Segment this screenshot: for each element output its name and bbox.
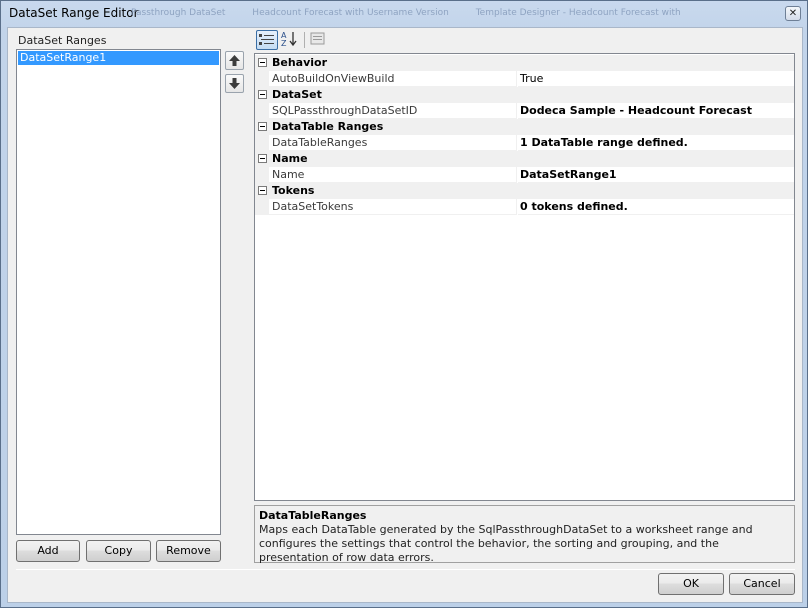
copy-button[interactable]: Copy (86, 540, 151, 562)
dataset-ranges-label: DataSet Ranges (18, 34, 107, 47)
footer-divider (16, 569, 795, 570)
dataset-ranges-list[interactable]: DataSetRange1 (16, 49, 221, 535)
categorized-icon (259, 34, 274, 45)
property-row[interactable]: SQLPassthroughDataSetID Dodeca Sample - … (255, 103, 794, 119)
description-title: DataTableRanges (259, 509, 367, 522)
collapse-icon[interactable] (258, 186, 267, 195)
alphabetical-button[interactable]: A Z (279, 30, 301, 50)
collapse-icon[interactable] (258, 90, 267, 99)
category-behavior[interactable]: Behavior (255, 55, 794, 71)
list-item[interactable]: DataSetRange1 (18, 51, 219, 65)
description-pane: DataTableRanges Maps each DataTable gene… (254, 505, 795, 564)
title-bar[interactable]: DataSet Range Editor Passthrough DataSet… (1, 1, 807, 27)
close-button[interactable]: ✕ (785, 6, 801, 21)
description-text: Maps each DataTable generated by the Sql… (259, 523, 753, 564)
property-row[interactable]: Name DataSetRange1 (255, 167, 794, 183)
category-datatable-ranges[interactable]: DataTable Ranges (255, 119, 794, 135)
category-dataset[interactable]: DataSet (255, 87, 794, 103)
property-pages-button[interactable] (308, 30, 330, 50)
property-value[interactable]: Dodeca Sample - Headcount Forecast (518, 103, 794, 119)
property-row[interactable]: DataSetTokens 0 tokens defined. (255, 199, 794, 215)
property-name: SQLPassthroughDataSetID (269, 103, 517, 119)
collapse-icon[interactable] (258, 122, 267, 131)
svg-text:Z: Z (281, 39, 287, 48)
property-value[interactable]: 1 DataTable range defined. (518, 135, 794, 151)
property-row[interactable]: DataTableRanges 1 DataTable range define… (255, 135, 794, 151)
property-value[interactable]: True (518, 71, 794, 87)
background-window-titles: Passthrough DataSet Headcount Forecast w… (131, 8, 681, 18)
cancel-button[interactable]: Cancel (729, 573, 795, 595)
property-value[interactable]: DataSetRange1 (518, 167, 794, 183)
toolbar-separator (304, 32, 305, 48)
arrow-down-icon (229, 78, 240, 89)
collapse-icon[interactable] (258, 58, 267, 67)
remove-button[interactable]: Remove (156, 540, 221, 562)
move-up-button[interactable] (225, 51, 244, 70)
category-name[interactable]: Name (255, 151, 794, 167)
collapse-icon[interactable] (258, 154, 267, 163)
dialog-window: DataSet Range Editor Passthrough DataSet… (0, 0, 808, 608)
property-name: DataTableRanges (269, 135, 517, 151)
ok-button[interactable]: OK (658, 573, 724, 595)
close-icon: ✕ (788, 8, 798, 19)
categorized-button[interactable] (256, 30, 278, 50)
property-grid[interactable]: Behavior AutoBuildOnViewBuild True DataS… (254, 53, 795, 501)
arrow-up-icon (229, 55, 240, 66)
sort-alphabetical-icon: A Z (281, 31, 297, 48)
category-tokens[interactable]: Tokens (255, 183, 794, 199)
property-pages-icon (310, 32, 325, 45)
add-button[interactable]: Add (16, 540, 80, 562)
property-name: DataSetTokens (269, 199, 517, 215)
property-row[interactable]: AutoBuildOnViewBuild True (255, 71, 794, 87)
window-title: DataSet Range Editor (9, 6, 139, 20)
property-name: AutoBuildOnViewBuild (269, 71, 517, 87)
move-down-button[interactable] (225, 74, 244, 93)
property-name: Name (269, 167, 517, 183)
dialog-client-area: DataSet Ranges DataSetRange1 Add Copy Re… (7, 27, 803, 603)
property-value[interactable]: 0 tokens defined. (518, 199, 794, 215)
